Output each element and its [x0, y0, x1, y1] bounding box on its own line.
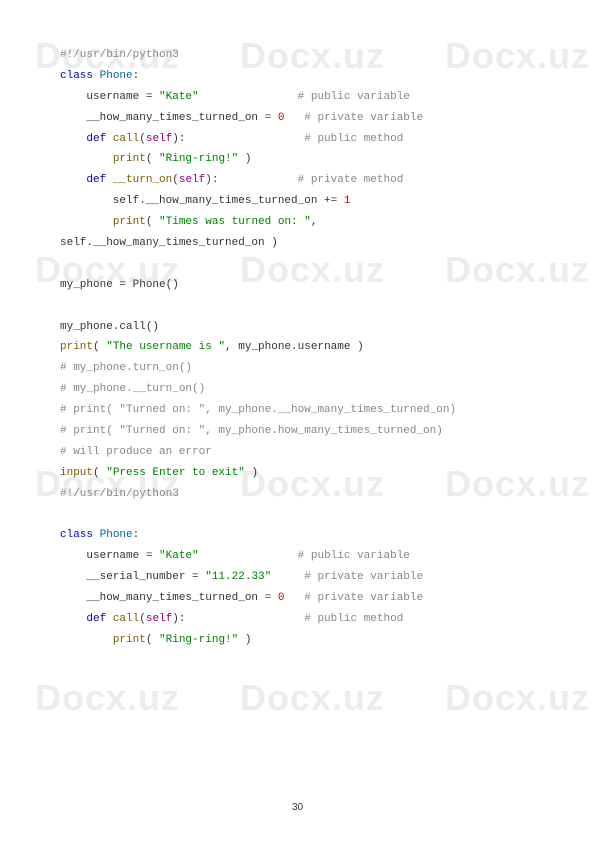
code-line: __how_many_times_turned_on = 0 # private…: [60, 108, 535, 129]
code-line: username = "Kate" # public variable: [60, 546, 535, 567]
code-line: # print( "Turned on: ", my_phone.how_man…: [60, 421, 535, 442]
watermark: Docx.uz: [35, 664, 180, 732]
code-line: # my_phone.turn_on(): [60, 358, 535, 379]
code-line: [60, 296, 535, 317]
watermark: Docx.uz: [240, 664, 385, 732]
code-line: my_phone.call(): [60, 317, 535, 338]
code-line: input( "Press Enter to exit" ): [60, 463, 535, 484]
page-number: 30: [0, 798, 595, 817]
code-line: print( "Ring-ring!" ): [60, 149, 535, 170]
watermark: Docx.uz: [445, 664, 590, 732]
code-block: #!/usr/bin/python3 class Phone: username…: [0, 0, 595, 671]
code-line: def __turn_on(self): # private method: [60, 170, 535, 191]
code-line: [60, 505, 535, 526]
code-line: class Phone:: [60, 66, 535, 87]
code-line: def call(self): # public method: [60, 609, 535, 630]
code-line: print( "The username is ", my_phone.user…: [60, 337, 535, 358]
code-line: # will produce an error: [60, 442, 535, 463]
code-line: [60, 254, 535, 275]
code-line: print( "Ring-ring!" ): [60, 630, 535, 651]
code-line: print( "Times was turned on: ",: [60, 212, 535, 233]
code-line: __how_many_times_turned_on = 0 # private…: [60, 588, 535, 609]
code-line: def call(self): # public method: [60, 129, 535, 150]
code-line: # my_phone.__turn_on(): [60, 379, 535, 400]
code-line: my_phone = Phone(): [60, 275, 535, 296]
code-line: # print( "Turned on: ", my_phone.__how_m…: [60, 400, 535, 421]
code-line: #!/usr/bin/python3: [60, 484, 535, 505]
code-line: class Phone:: [60, 525, 535, 546]
code-line: username = "Kate" # public variable: [60, 87, 535, 108]
code-line: self.__how_many_times_turned_on += 1: [60, 191, 535, 212]
code-line: __serial_number = "11.22.33" # private v…: [60, 567, 535, 588]
code-line: self.__how_many_times_turned_on ): [60, 233, 535, 254]
code-line: #!/usr/bin/python3: [60, 45, 535, 66]
